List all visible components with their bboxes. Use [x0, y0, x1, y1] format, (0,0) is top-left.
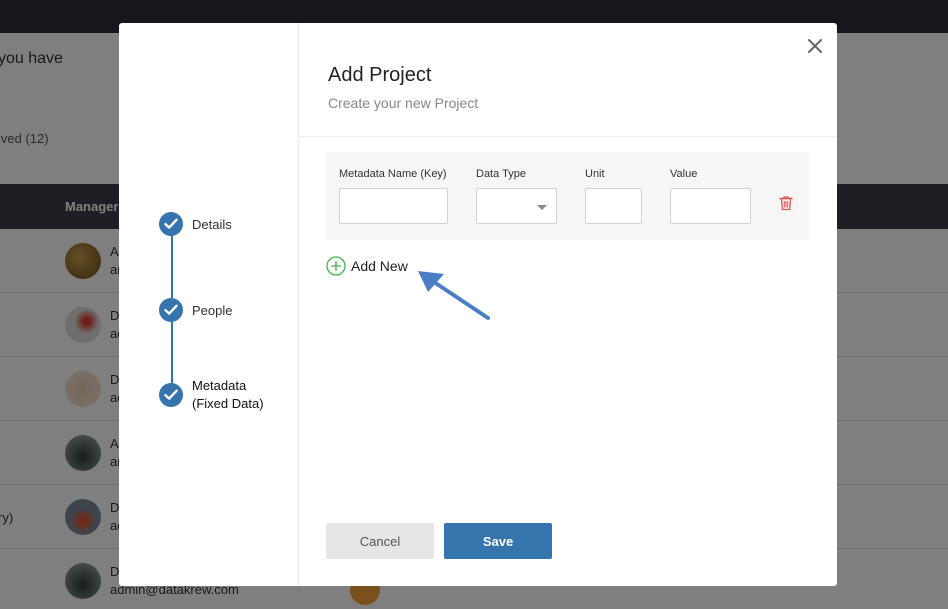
- step-sidebar: Details People Metadata (Fixed Data): [119, 23, 299, 586]
- metadata-name-label: Metadata Name (Key): [339, 168, 447, 180]
- data-type-select[interactable]: [476, 188, 557, 224]
- add-new-label: Add New: [351, 258, 408, 274]
- modal-subtitle: Create your new Project: [328, 95, 479, 111]
- step-label-line: Metadata: [192, 378, 247, 393]
- modal-title: Add Project: [328, 64, 432, 86]
- step-label-line: (Fixed Data): [192, 396, 264, 411]
- step-label: Details: [192, 217, 232, 232]
- check-icon: [159, 383, 183, 407]
- divider: [299, 136, 837, 137]
- unit-input[interactable]: [585, 188, 642, 224]
- add-project-modal: Details People Metadata (Fixed Data) Add…: [119, 23, 837, 586]
- caret-down-icon: [537, 205, 547, 210]
- check-icon: [159, 298, 183, 322]
- plus-circle-icon: [326, 256, 346, 276]
- step-label: People: [192, 303, 233, 318]
- save-button[interactable]: Save: [444, 523, 552, 559]
- close-icon[interactable]: [805, 36, 825, 56]
- metadata-row: Metadata Name (Key) Data Type Unit Value: [326, 152, 809, 240]
- step-label: Metadata (Fixed Data): [192, 377, 264, 413]
- unit-label: Unit: [585, 168, 605, 180]
- metadata-name-input[interactable]: [339, 188, 448, 224]
- value-label: Value: [670, 168, 698, 180]
- value-input[interactable]: [670, 188, 751, 224]
- check-icon: [159, 212, 183, 236]
- cancel-button[interactable]: Cancel: [326, 523, 434, 559]
- data-type-label: Data Type: [476, 168, 526, 180]
- arrow-annotation-icon: [418, 271, 490, 320]
- trash-icon[interactable]: [779, 195, 793, 211]
